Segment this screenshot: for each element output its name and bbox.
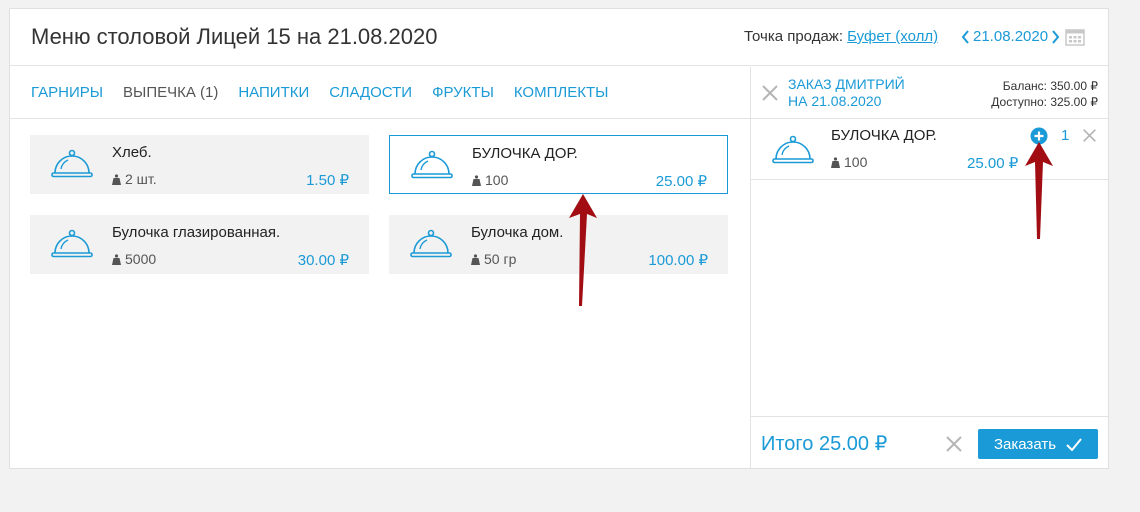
tab-fruits[interactable]: ФРУКТЫ — [432, 84, 494, 101]
remove-item-icon[interactable] — [1082, 128, 1097, 143]
tab-sweets[interactable]: СЛАДОСТИ — [329, 84, 412, 101]
cloche-icon — [411, 150, 453, 179]
menu-item-card[interactable]: Булочка дом. 50 гр 100.00 ₽ — [389, 215, 728, 274]
chevron-right-icon[interactable] — [1051, 29, 1060, 44]
order-item-name: БУЛОЧКА ДОР. — [831, 127, 937, 144]
order-title-line2: НА 21.08.2020 — [788, 93, 882, 109]
menu-item-price: 100.00 ₽ — [648, 252, 708, 269]
cloche-icon — [410, 229, 452, 258]
category-tabs: ГАРНИРЫ ВЫПЕЧКА (1) НАПИТКИ СЛАДОСТИ ФРУ… — [10, 67, 750, 119]
menu-item-name: БУЛОЧКА ДОР. — [472, 145, 578, 162]
weight-icon — [471, 253, 480, 265]
checkmark-icon — [1066, 437, 1082, 451]
tab-drinks[interactable]: НАПИТКИ — [238, 84, 309, 101]
weight-icon — [472, 174, 481, 186]
page-title: Меню столовой Лицей 15 на 21.08.2020 — [31, 24, 438, 49]
order-item-weight-value: 100 — [844, 154, 868, 170]
order-footer: Итого 25.00 ₽ Заказать — [751, 416, 1108, 469]
menu-item-weight: 2 шт. — [112, 171, 157, 187]
menu-item-price: 1.50 ₽ — [306, 172, 349, 189]
menu-item-name: Хлеб. — [112, 144, 152, 161]
order-item-quantity: 1 — [1061, 127, 1070, 144]
annotation-arrow-up-icon — [569, 194, 597, 306]
cloche-icon — [51, 229, 93, 258]
order-title-line1: ЗАКАЗ ДМИТРИЙ — [788, 76, 905, 92]
menu-item-card-selected[interactable]: БУЛОЧКА ДОР. 100 25.00 ₽ — [389, 135, 728, 194]
balance-value: Баланс: 350.00 ₽ — [1002, 79, 1098, 93]
order-title: ЗАКАЗ ДМИТРИЙ НА 21.08.2020 — [788, 76, 905, 110]
pos-label: Точка продаж: — [744, 28, 843, 45]
menu-item-card[interactable]: Хлеб. 2 шт. 1.50 ₽ — [30, 135, 369, 194]
cloche-icon — [772, 135, 814, 164]
close-icon[interactable] — [761, 84, 779, 102]
header: Меню столовой Лицей 15 на 21.08.2020 Точ… — [10, 9, 1108, 66]
weight-icon — [112, 173, 121, 185]
balance-info: Баланс: 350.00 ₽ Доступно: 325.00 ₽ — [991, 78, 1098, 110]
order-item-price: 25.00 ₽ — [967, 155, 1019, 172]
menu-item-price: 25.00 ₽ — [655, 173, 707, 190]
order-item-weight: 100 — [831, 154, 867, 170]
menu-item-weight-value: 50 гр — [484, 251, 517, 267]
menu-item-name: Булочка глазированная. — [112, 224, 281, 241]
annotation-arrow-up-icon — [1025, 142, 1053, 239]
weight-icon — [112, 253, 121, 265]
menu-item-weight: 5000 — [112, 251, 156, 267]
menu-item-weight-value: 2 шт. — [125, 171, 157, 187]
weight-icon — [831, 156, 840, 168]
menu-item-weight: 100 — [472, 172, 508, 188]
menu-item-weight-value: 5000 — [125, 251, 157, 267]
date-navigator: 21.08.2020 — [961, 28, 1060, 45]
tab-bakery[interactable]: ВЫПЕЧКА (1) — [123, 84, 218, 101]
submit-order-label: Заказать — [993, 435, 1057, 453]
canteen-menu-panel: Меню столовой Лицей 15 на 21.08.2020 Точ… — [9, 8, 1109, 469]
tab-sets[interactable]: КОМПЛЕКТЫ — [514, 84, 609, 101]
menu-item-weight: 50 гр — [471, 251, 516, 267]
chevron-left-icon[interactable] — [961, 29, 970, 44]
menu-item-weight-value: 100 — [485, 172, 509, 188]
order-header: ЗАКАЗ ДМИТРИЙ НА 21.08.2020 Баланс: 350.… — [751, 67, 1108, 119]
menu-item-name: Булочка дом. — [471, 224, 564, 241]
calendar-icon[interactable] — [1065, 28, 1085, 46]
tab-garnishes[interactable]: ГАРНИРЫ — [31, 84, 103, 101]
pos-select-link[interactable]: Буфет (холл) — [847, 28, 938, 45]
current-date: 21.08.2020 — [973, 28, 1049, 45]
menu-item-card[interactable]: Булочка глазированная. 5000 30.00 ₽ — [30, 215, 369, 274]
submit-order-button[interactable]: Заказать — [978, 429, 1098, 459]
available-value: Доступно: 325.00 ₽ — [991, 95, 1098, 109]
order-total: Итого 25.00 ₽ — [761, 433, 888, 455]
cloche-icon — [51, 149, 93, 178]
point-of-sale: Точка продаж: Буфет (холл) — [744, 28, 938, 45]
menu-item-price: 30.00 ₽ — [297, 252, 349, 269]
clear-order-icon[interactable] — [945, 435, 963, 453]
